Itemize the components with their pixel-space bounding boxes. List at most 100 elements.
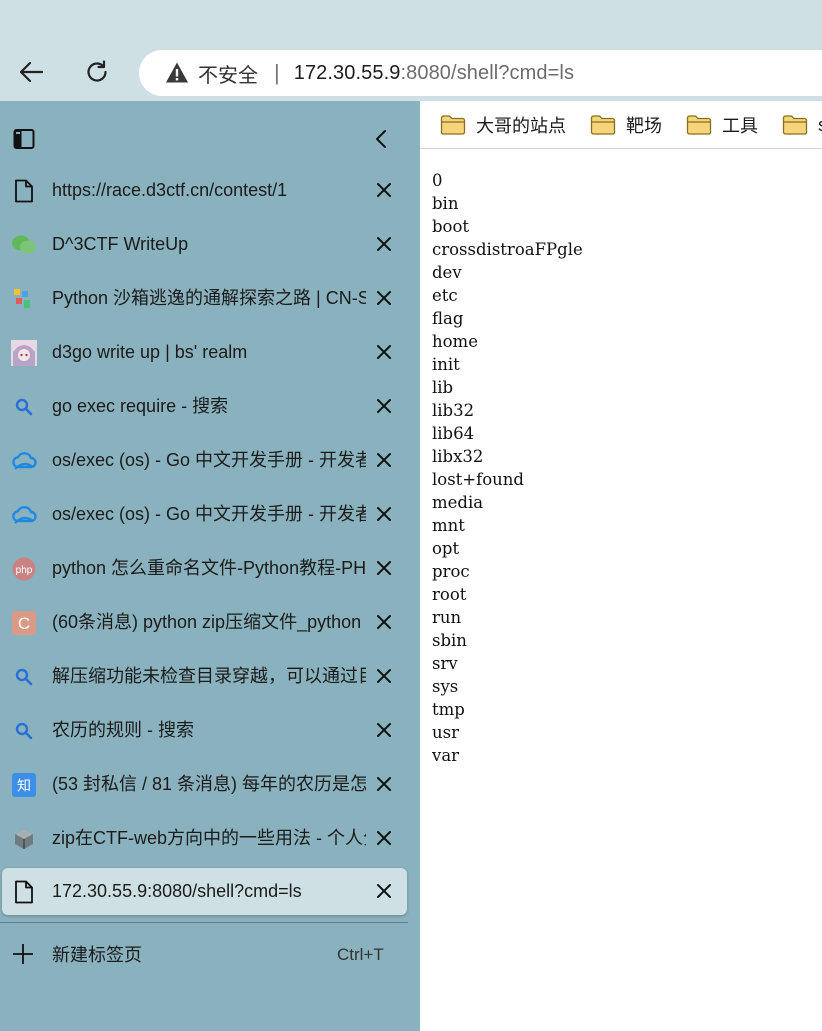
tab-title: d3go write up | bs' realm [52, 342, 248, 362]
url-host: 172.30.55.9 [293, 61, 401, 84]
bookmark-folder-3[interactable]: 工具 [686, 109, 758, 141]
tab-title: python 怎么重命名文件-Python教程-PHP中文网 [52, 558, 366, 578]
cube-icon [11, 826, 37, 852]
csdn-icon: C [11, 610, 37, 636]
plus-icon [13, 944, 33, 964]
output-line: bin [432, 194, 459, 213]
close-icon[interactable] [372, 286, 396, 310]
page-icon [11, 879, 37, 905]
tab-title: D^3CTF WriteUp [52, 234, 189, 254]
close-icon[interactable] [372, 879, 396, 903]
output-line: var [432, 746, 460, 765]
tab-item[interactable]: 农历的规则 - 搜索 [0, 703, 420, 757]
tab-item[interactable]: 知 (53 封私信 / 81 条消息) 每年的农历是怎么 [0, 757, 420, 811]
tab-item[interactable]: C (60条消息) python zip压缩文件_python [0, 595, 420, 649]
tab-item[interactable]: os/exec (os) - Go 中文开发手册 - 开发者手册 [0, 433, 420, 487]
bookmark-label: s [818, 115, 822, 136]
tab-item[interactable]: php python 怎么重命名文件-Python教程-PHP中文网 [0, 541, 420, 595]
close-icon[interactable] [372, 448, 396, 472]
php-icon: php [11, 556, 37, 582]
url-path: :8080/shell?cmd=ls [400, 61, 575, 84]
tab-item[interactable]: os/exec (os) - Go 中文开发手册 - 开发者手册 [0, 487, 420, 541]
new-tab-shortcut: Ctrl+T [337, 945, 384, 964]
svg-text:知: 知 [17, 778, 31, 795]
output-line: sys [432, 677, 459, 696]
tab-title: (60条消息) python zip压缩文件_python [52, 612, 362, 632]
docs-cloud-icon [11, 502, 37, 528]
output-line: sbin [432, 631, 467, 650]
tab-item[interactable]: go exec require - 搜索 [0, 379, 420, 433]
bookmark-label: 靶场 [626, 116, 662, 136]
tab-title: go exec require - 搜索 [52, 396, 229, 416]
svg-text:php: php [16, 565, 33, 576]
tab-title: zip在CTF-web方向中的一些用法 - 个人分享 [52, 828, 366, 848]
close-icon[interactable] [372, 340, 396, 364]
tab-item[interactable]: d3go write up | bs' realm [0, 325, 420, 379]
tab-title: 172.30.55.9:8080/shell?cmd=ls [52, 881, 302, 901]
close-icon[interactable] [372, 502, 396, 526]
output-line: 0 [432, 171, 443, 190]
tab-item[interactable]: D^3CTF WriteUp [0, 217, 420, 271]
tab-title: os/exec (os) - Go 中文开发手册 - 开发者手册 [52, 450, 366, 470]
close-icon[interactable] [372, 718, 396, 742]
reload-icon [87, 60, 107, 82]
output-line: lost+found [432, 470, 524, 489]
tab-title: (53 封私信 / 81 条消息) 每年的农历是怎么 [52, 774, 366, 794]
output-line: proc [432, 562, 470, 581]
close-icon[interactable] [372, 232, 396, 256]
bookmark-label: 工具 [722, 116, 758, 136]
close-icon[interactable] [372, 664, 396, 688]
search-icon [11, 394, 37, 420]
output-line: srv [432, 654, 458, 673]
output-line: dev [432, 263, 462, 282]
browser-toolbar: 不安全 | 172.30.55.9:8080/shell?cmd=ls [0, 0, 822, 101]
folder-icon [686, 115, 712, 135]
tab-item-active[interactable]: 172.30.55.9:8080/shell?cmd=ls [2, 868, 407, 915]
output-line: libx32 [432, 447, 484, 466]
bookmark-folder-4[interactable]: s [782, 109, 822, 141]
zhihu-icon: 知 [11, 772, 37, 798]
vertical-tabs-panel-icon[interactable] [12, 127, 36, 151]
tab-item[interactable]: zip在CTF-web方向中的一些用法 - 个人分享 [0, 811, 420, 865]
wechat-icon [11, 232, 37, 258]
sidebar-divider [0, 922, 408, 923]
bookmark-folder-2[interactable]: 靶场 [590, 109, 662, 141]
chevron-left-icon[interactable] [370, 127, 394, 151]
output-line: root [432, 585, 467, 604]
warning-triangle-icon[interactable] [165, 61, 189, 85]
bookmarks-bar: 大哥的站点 靶场 工具 s [420, 101, 822, 149]
folder-icon [782, 115, 808, 135]
close-icon[interactable] [372, 556, 396, 580]
bookmark-folder-1[interactable]: 大哥的站点 [440, 109, 566, 141]
output-line: run [432, 608, 462, 627]
output-line: boot [432, 217, 470, 236]
page-icon [11, 178, 37, 204]
output-line: media [432, 493, 484, 512]
security-label[interactable]: 不安全 [198, 59, 258, 88]
bookmark-label: 大哥的站点 [476, 116, 566, 136]
tab-item[interactable]: https://race.d3ctf.cn/contest/1 [0, 163, 420, 217]
tab-title: 解压缩功能未检查目录穿越，可以通过目录 [52, 666, 366, 686]
url-text[interactable]: 172.30.55.9:8080/shell?cmd=ls [294, 62, 574, 85]
output-line: crossdistroaFPgle [432, 240, 583, 259]
reload-button[interactable] [79, 54, 115, 90]
svg-text:C: C [18, 614, 30, 633]
close-icon[interactable] [372, 178, 396, 202]
back-button[interactable] [13, 54, 49, 90]
search-icon [11, 718, 37, 744]
close-icon[interactable] [372, 772, 396, 796]
page-content: 0 bin boot crossdistroaFPgle dev etc flag home i… [420, 150, 822, 1031]
tab-title: https://race.d3ctf.cn/contest/1 [52, 180, 288, 200]
new-tab-button[interactable]: 新建标签页 Ctrl+T [0, 929, 420, 981]
close-icon[interactable] [372, 610, 396, 634]
close-icon[interactable] [372, 394, 396, 418]
folder-icon [590, 115, 616, 135]
new-tab-label: 新建标签页 [52, 945, 142, 965]
address-bar[interactable]: 不安全 | 172.30.55.9:8080/shell?cmd=ls [139, 50, 822, 96]
tab-item[interactable]: Python 沙箱逃逸的通解探索之路 | CN-SEC [0, 271, 420, 325]
docs-cloud-icon [11, 448, 37, 474]
close-icon[interactable] [372, 826, 396, 850]
vertical-tabs-sidebar: https://race.d3ctf.cn/contest/1 D^3CTF Wr… [0, 101, 420, 1031]
tab-item[interactable]: 解压缩功能未检查目录穿越，可以通过目录 [0, 649, 420, 703]
output-line: mnt [432, 516, 465, 535]
